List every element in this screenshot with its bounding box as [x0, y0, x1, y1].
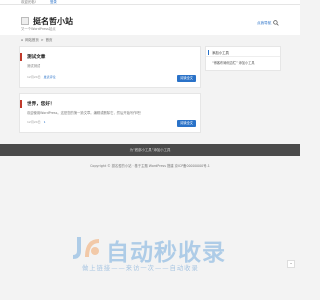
widget-divider — [206, 56, 280, 57]
widget-title: 添加小工具 — [212, 51, 229, 55]
post-excerpt: 欢迎使用WordPress。这是您的第一篇文章。编辑或删除它，然后开始写作吧！ — [27, 111, 144, 115]
breadcrumb: ⌂ 网站首页 > 首页 — [21, 37, 53, 43]
read-more-button[interactable]: 阅读全文 — [177, 75, 196, 82]
footer-widget-area: 为“底部小工具”添加小工具 — [0, 144, 300, 156]
breadcrumb-current: 首页 — [45, 38, 53, 42]
watermark-subtitle: 做上链接——来访一次——自动收录 — [82, 265, 199, 272]
breadcrumb-separator: > — [40, 37, 44, 42]
post-comment-link[interactable]: 发表评论 — [44, 75, 56, 79]
post-excerpt: 测试测试 — [27, 64, 41, 68]
post-card: 测试文章 测试测试 12月24日 发表评论 阅读全文 — [19, 46, 201, 88]
breadcrumb-home[interactable]: 网站首页 — [25, 37, 39, 42]
widget-text[interactable]: “博客布局侧边栏” 添加小工具 — [212, 60, 255, 65]
post-meta: 12月24日 1 — [27, 120, 46, 124]
post-accent-bar — [20, 100, 22, 108]
watermark-logo-icon — [72, 237, 100, 259]
sidebar-widget: 添加小工具 “博客布局侧边栏” 添加小工具 — [205, 46, 281, 71]
site-header: 挺名哲小站 又一个WordPress站点 点我导航 — [0, 5, 300, 35]
post-accent-bar — [20, 53, 22, 61]
post-title[interactable]: 世界，您好！ — [27, 101, 55, 107]
post-card: 世界，您好！ 欢迎使用WordPress。这是您的第一篇文章。编辑或删除它，然后… — [19, 93, 201, 133]
home-icon: ⌂ — [21, 37, 24, 42]
footer-widget-notice[interactable]: 为“底部小工具”添加小工具 — [0, 144, 300, 156]
copyright-text: Copyright © 挺名哲的小站 · 基于主题 WordPress 搭建 京… — [90, 164, 210, 168]
widget-accent-bar — [208, 50, 209, 55]
post-date: 12月24日 — [27, 75, 41, 79]
read-more-button[interactable]: 阅读全文 — [177, 120, 196, 127]
search-icon[interactable] — [273, 20, 279, 26]
site-logo-image[interactable] — [21, 17, 29, 25]
site-description: 又一个WordPress站点 — [21, 27, 56, 31]
nav-link[interactable]: 点我导航 — [257, 21, 271, 26]
post-title[interactable]: 测试文章 — [27, 54, 45, 60]
post-meta: 12月24日 发表评论 — [27, 75, 56, 79]
post-date: 12月24日 — [27, 120, 41, 124]
scroll-to-top-button[interactable]: ⌃ — [287, 260, 295, 268]
post-comment-link[interactable]: 1 — [44, 120, 46, 124]
chevron-up-icon: ⌃ — [289, 261, 293, 267]
watermark-title: 自动秒收录 — [106, 240, 226, 266]
